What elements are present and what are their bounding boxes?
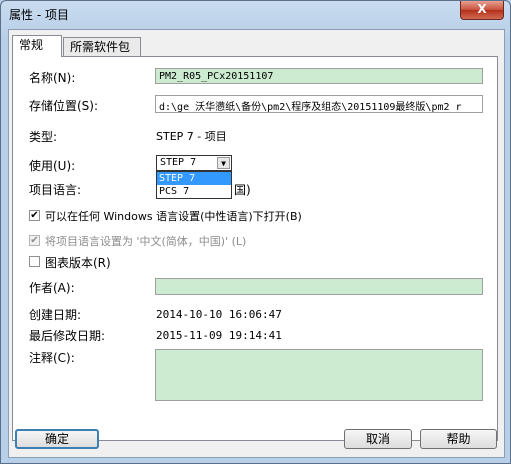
comment-label: 注释(C): [29, 351, 75, 365]
modified-value: 2015-11-09 19:14:41 [156, 329, 282, 342]
author-label: 作者(A): [29, 281, 75, 295]
use-label: 使用(U): [29, 159, 76, 173]
help-button[interactable]: 帮助 [420, 429, 497, 449]
type-value: STEP 7 - 项目 [156, 130, 227, 143]
project-language-value: 国) [234, 183, 251, 197]
open-any-language-label: 可以在任何 Windows 语言设置(中性语言)下打开(B) [45, 210, 302, 223]
location-field[interactable]: d:\ge 沃华懑纸\备份\pm2\程序及组态\20151109最终版\pm2_… [155, 95, 483, 113]
location-label: 存储位置(S): [29, 99, 99, 113]
chart-version-label: 图表版本(R) [45, 256, 111, 270]
modified-label: 最后修改日期: [29, 329, 106, 343]
tab-general[interactable]: 常规 [12, 35, 62, 57]
created-value: 2014-10-10 16:06:47 [156, 308, 282, 321]
name-label: 名称(N): [29, 71, 76, 85]
project-language-label: 项目语言: [29, 183, 82, 197]
use-option-step7[interactable]: STEP 7 [157, 172, 231, 185]
dialog-client: 常规 所需软件包 名称(N): PM2_R05_PCx20151107 存储位置… [8, 29, 505, 458]
comment-field[interactable] [155, 349, 483, 401]
general-panel: 名称(N): PM2_R05_PCx20151107 存储位置(S): d:\g… [12, 56, 498, 441]
tab-required-packages[interactable]: 所需软件包 [63, 37, 141, 57]
chart-version-checkbox[interactable] [29, 256, 40, 267]
use-option-pcs7[interactable]: PCS 7 [157, 185, 231, 198]
use-select[interactable]: STEP 7 ▼ [156, 155, 232, 171]
created-label: 创建日期: [29, 308, 82, 322]
ok-button[interactable]: 确定 [15, 429, 99, 449]
name-field[interactable]: PM2_R05_PCx20151107 [155, 68, 483, 84]
chevron-down-icon[interactable]: ▼ [217, 157, 230, 169]
title-bar[interactable]: 属性 - 项目 X [1, 1, 510, 27]
window-title: 属性 - 项目 [9, 8, 69, 22]
cancel-button[interactable]: 取消 [344, 429, 412, 449]
use-select-value: STEP 7 [160, 157, 197, 168]
use-dropdown-list: STEP 7 PCS 7 [156, 171, 232, 199]
open-any-language-checkbox[interactable]: ✔ [29, 210, 40, 221]
author-field[interactable] [155, 278, 483, 295]
set-language-checkbox: ✔ [29, 235, 40, 246]
properties-dialog: 属性 - 项目 X 常规 所需软件包 名称(N): PM2_R05_PCx201… [0, 0, 511, 464]
set-language-label: 将项目语言设置为 '中文(简体，中国)' (L) [45, 235, 247, 248]
type-label: 类型: [29, 130, 58, 144]
close-button[interactable]: X [460, 1, 504, 20]
